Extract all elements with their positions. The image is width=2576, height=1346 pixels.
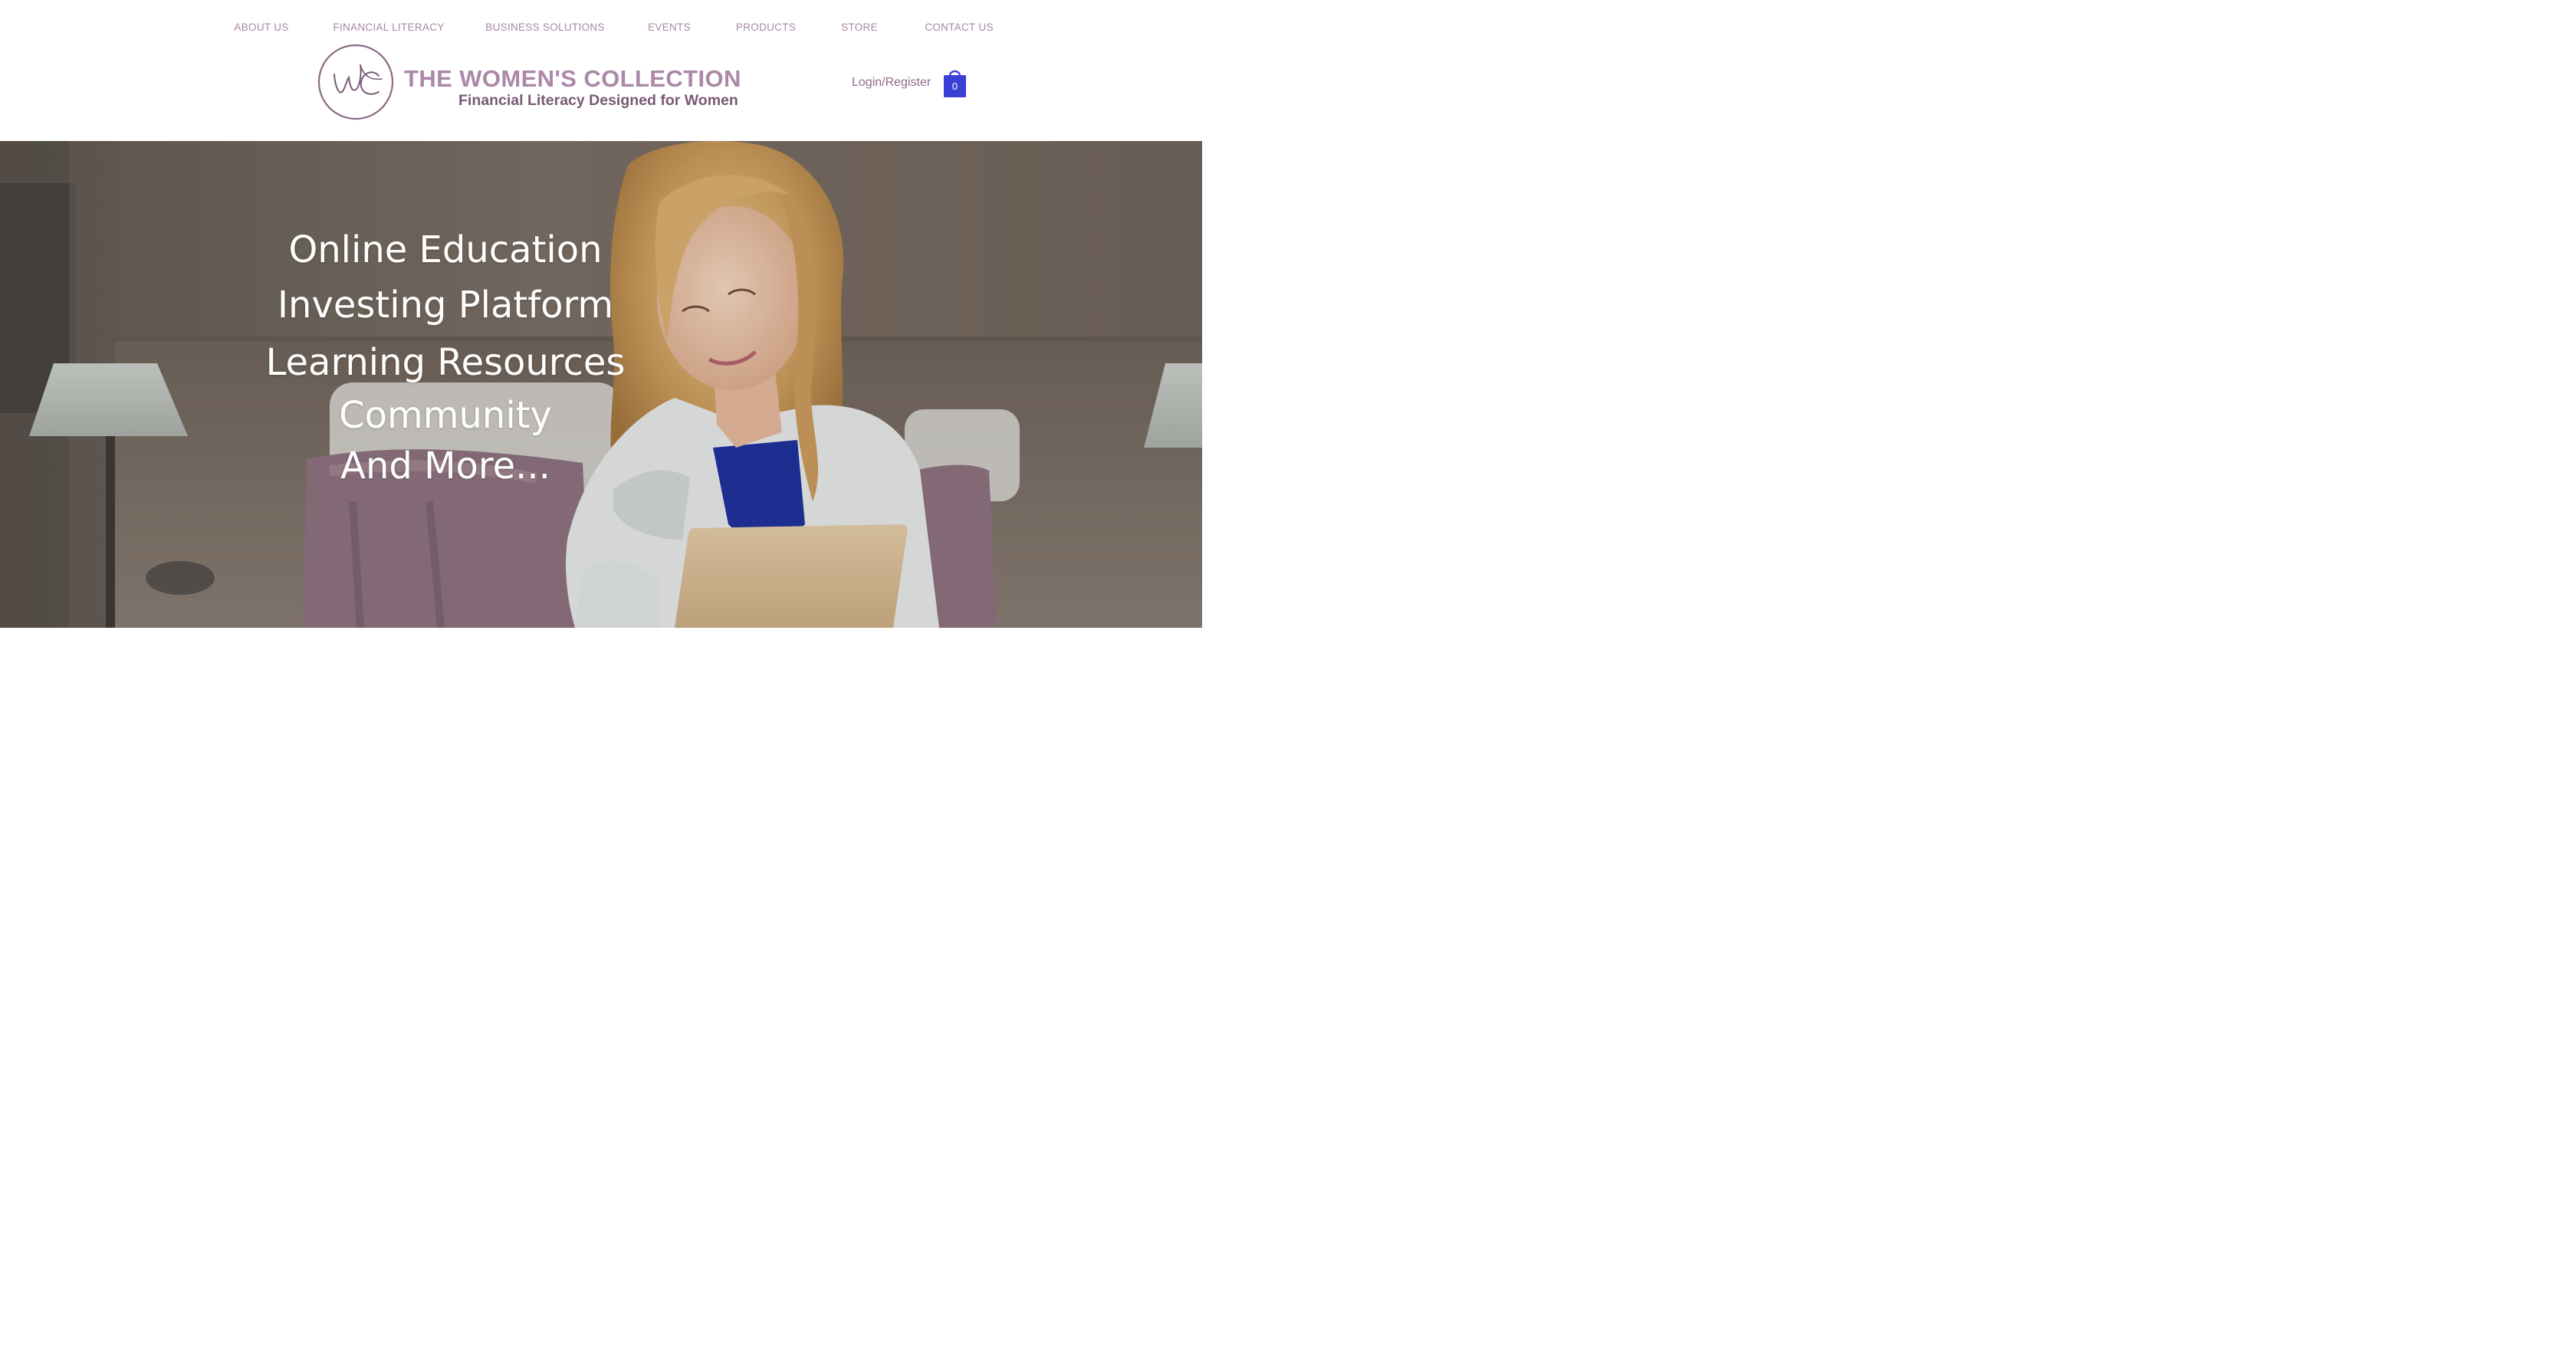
cart-count: 0 bbox=[951, 80, 958, 92]
logo-title: THE WOMEN'S COLLECTION bbox=[404, 65, 741, 92]
nav-store[interactable]: STORE bbox=[841, 18, 878, 37]
cart-button[interactable]: 0 bbox=[943, 68, 967, 99]
hero-banner: Online Education Investing Platform Lear… bbox=[0, 141, 1202, 628]
main-nav: ABOUT US FINANCIAL LITERACY BUSINESS SOL… bbox=[0, 18, 1202, 37]
hero-line-community: Community bbox=[339, 394, 552, 437]
nav-financial-literacy[interactable]: FINANCIAL LITERACY bbox=[333, 18, 444, 37]
nav-about-us[interactable]: ABOUT US bbox=[234, 18, 288, 37]
hero-line-online-education: Online Education bbox=[288, 228, 603, 271]
logo-subtitle: Financial Literacy Designed for Women bbox=[458, 92, 738, 109]
site-header: ABOUT US FINANCIAL LITERACY BUSINESS SOL… bbox=[0, 0, 1202, 141]
hero-line-learning-resources: Learning Resources bbox=[265, 341, 626, 384]
login-register-link[interactable]: Login/Register bbox=[852, 74, 931, 91]
nav-business-solutions[interactable]: BUSINESS SOLUTIONS bbox=[485, 18, 604, 37]
hero-line-investing-platform: Investing Platform bbox=[277, 284, 614, 327]
hero-text-block: Online Education Investing Platform Lear… bbox=[230, 141, 661, 628]
nav-products[interactable]: PRODUCTS bbox=[736, 18, 796, 37]
wc-monogram-logo bbox=[317, 44, 394, 120]
site-logo[interactable]: THE WOMEN'S COLLECTION Financial Literac… bbox=[317, 44, 747, 122]
nav-events[interactable]: EVENTS bbox=[648, 18, 691, 37]
hero-line-and-more: And More... bbox=[340, 445, 550, 488]
nav-contact-us[interactable]: CONTACT US bbox=[925, 18, 994, 37]
